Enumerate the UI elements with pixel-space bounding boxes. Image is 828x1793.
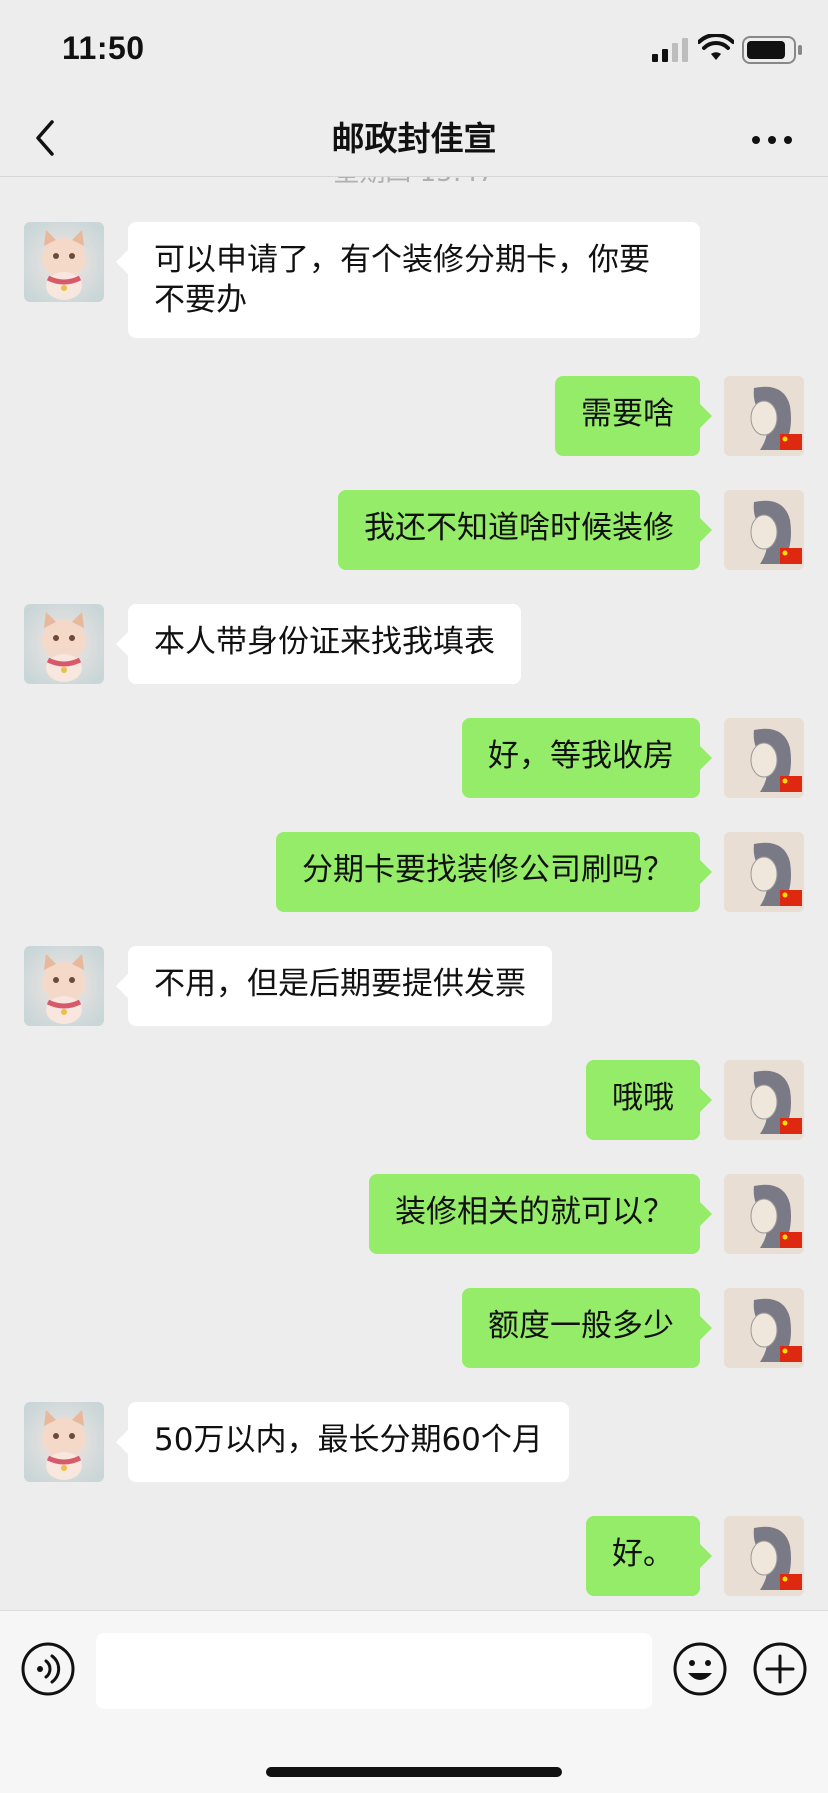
wifi-icon [698,34,734,60]
contact-avatar[interactable] [24,1402,104,1482]
chat-timestamp: 星期四 15:47 [0,176,828,189]
contact-avatar[interactable] [24,946,104,1026]
message-bubble[interactable]: 好。 [586,1516,712,1596]
self-avatar[interactable] [724,1174,804,1254]
message-bubble[interactable]: 额度一般多少 [462,1288,712,1368]
message-bubble[interactable]: 我还不知道啥时候装修 [338,490,712,570]
home-indicator [266,1767,562,1777]
self-avatar[interactable] [724,1288,804,1368]
contact-avatar[interactable] [24,604,104,684]
signal-icon [652,38,688,62]
chat-title: 邮政封佳宣 [331,119,497,158]
message-bubble[interactable]: 分期卡要找装修公司刷吗？ [276,832,712,912]
self-avatar[interactable] [724,490,804,570]
message-bubble[interactable]: 哦哦 [586,1060,712,1140]
contact-avatar[interactable] [24,222,104,302]
self-avatar[interactable] [724,376,804,456]
chat-header: 邮政封佳宣 [0,98,828,177]
message-bubble[interactable]: 需要啥 [555,376,712,456]
message-input[interactable] [96,1633,652,1709]
message-bubble[interactable]: 不用，但是后期要提供发票 [116,946,552,1026]
self-avatar[interactable] [724,1516,804,1596]
more-icon[interactable] [736,108,808,168]
message-bubble[interactable]: 装修相关的就可以？ [369,1174,712,1254]
message-bubble[interactable]: 好，等我收房 [462,718,712,798]
message-bubble[interactable]: 可以申请了，有个装修分期卡，你要不要办 [116,222,700,338]
plus-icon[interactable] [752,1641,808,1697]
self-avatar[interactable] [724,832,804,912]
battery-icon [742,36,802,64]
message-bubble[interactable]: 本人带身份证来找我填表 [116,604,521,684]
status-bar: 11:50 [0,0,828,98]
message-bubble[interactable]: 50万以内，最长分期60个月 [116,1402,569,1482]
voice-icon[interactable] [20,1641,76,1697]
status-time: 11:50 [62,30,145,66]
message-list[interactable]: 星期四 15:47 可以申请了，有个装修分期卡，你要不要办需要啥我还不知道啥时候… [0,176,828,1610]
input-bar [0,1610,828,1793]
emoji-icon[interactable] [672,1641,728,1697]
self-avatar[interactable] [724,1060,804,1140]
self-avatar[interactable] [724,718,804,798]
